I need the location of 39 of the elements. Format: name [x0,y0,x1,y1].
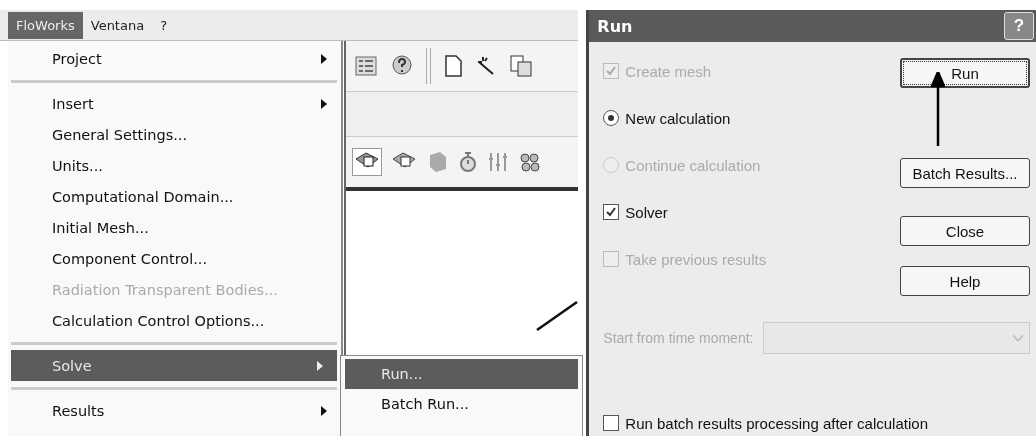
stopwatch-icon[interactable] [458,149,478,175]
menu-item[interactable]: Initial Mesh... [8,212,341,243]
dialog-title: Run [597,16,633,36]
part-icon[interactable] [352,148,382,176]
menu-bar-item[interactable]: Ventana [82,11,153,39]
option-label: Continue calculation [625,156,761,174]
menu-item[interactable]: Insert [8,88,341,119]
copy-icon[interactable] [509,54,533,78]
menu-item[interactable]: Solve [11,350,337,381]
field-label: Start from time moment: [603,330,754,346]
dialog-button[interactable]: Help [900,266,1030,296]
menu-item[interactable]: Project [8,43,341,74]
checkbox[interactable] [603,415,620,431]
menu-bar-item[interactable]: FloWorks [8,11,83,39]
menu-bar-item[interactable]: ? [152,11,176,39]
dialog-button[interactable]: Batch Results... [900,158,1030,188]
page-icon[interactable] [443,54,463,78]
option-label: Solver [625,203,668,221]
help-bubble-icon[interactable] [390,55,414,77]
checkbox[interactable] [603,204,620,220]
model-edge-line [536,301,579,331]
dialog-button[interactable]: Run [900,58,1030,88]
menu-item[interactable]: Calculation Control Options... [8,305,341,336]
option-label: Take previous results [625,250,767,268]
menu-item[interactable]: Run... [345,359,578,389]
menu-item[interactable]: General Settings... [8,119,341,150]
dialog-button[interactable]: Close [900,216,1030,246]
menu-item[interactable]: Units... [8,150,341,181]
option-label: Create mesh [625,62,712,80]
list-icon[interactable] [354,55,378,77]
option-label: New calculation [625,109,731,127]
help-button[interactable]: ? [1004,12,1034,40]
option-label: Run batch results processing after calculation [625,414,928,432]
menu-item[interactable]: Component Control... [8,243,341,274]
caret-icon [1013,335,1023,341]
menu-item[interactable]: Results [8,395,341,426]
radio-button[interactable] [603,110,620,126]
menu-item[interactable]: Batch Run... [341,389,582,419]
menu-item[interactable]: Computational Domain... [8,181,341,212]
